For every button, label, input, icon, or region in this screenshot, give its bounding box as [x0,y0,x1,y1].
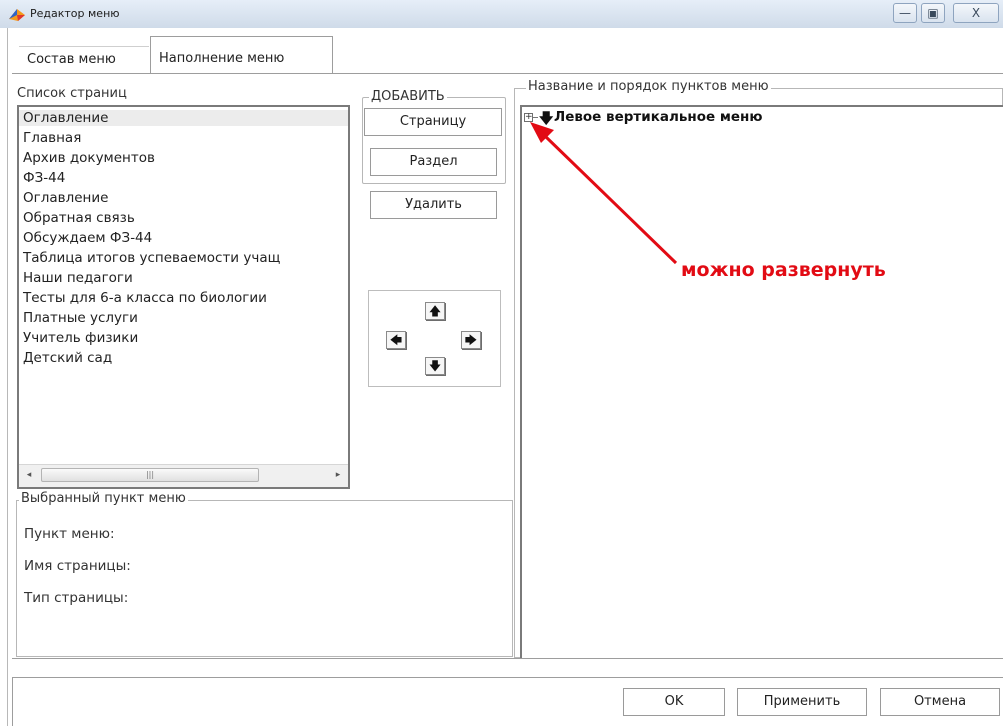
annotation-arrow [530,122,678,265]
bottom-divider [12,658,1003,659]
apply-button[interactable]: Применить [737,688,867,716]
annotation-label: можно развернуть [681,259,886,281]
cancel-button[interactable]: Отмена [880,688,1000,716]
ok-button[interactable]: OK [623,688,725,716]
